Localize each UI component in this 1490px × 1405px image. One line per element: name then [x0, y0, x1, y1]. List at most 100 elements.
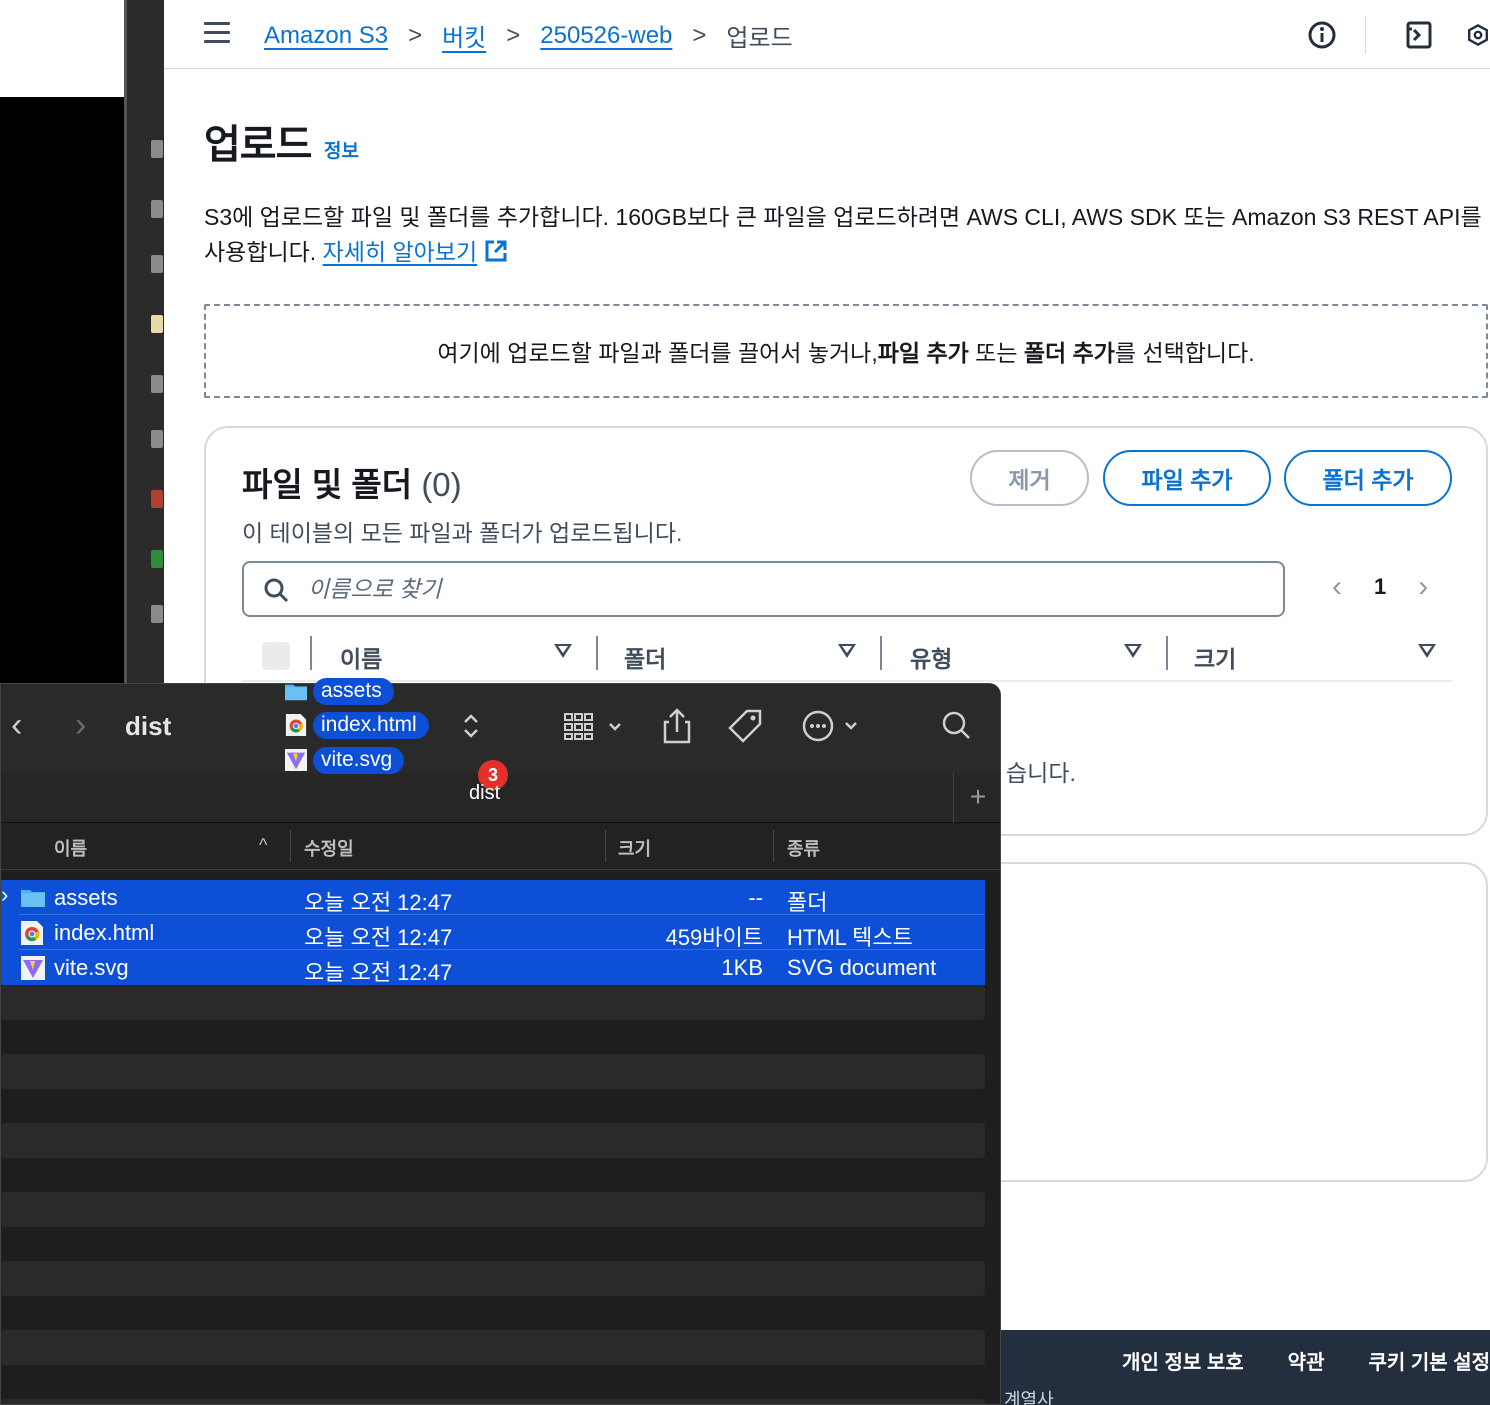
file-name: index.html: [54, 920, 155, 945]
chrome-file-icon: [285, 714, 307, 736]
folder-icon: [285, 684, 307, 701]
dropzone-text: 또는: [968, 340, 1024, 366]
vite-icon: [285, 749, 307, 771]
info-link[interactable]: 정보: [324, 136, 359, 163]
file-count: (0): [421, 466, 462, 503]
next-page-icon[interactable]: ›: [1408, 570, 1438, 604]
sort-name-icon[interactable]: [554, 644, 572, 658]
breadcrumb-bucket-name[interactable]: 250526-web: [540, 22, 672, 50]
file-size: 459바이트: [665, 925, 763, 950]
sort-type-icon[interactable]: [1124, 644, 1142, 658]
dropzone-text: 여기에 업로드할 파일과 폴더를 끌어서 놓거나,: [437, 340, 878, 366]
new-tab-button[interactable]: +: [953, 773, 1000, 823]
sort-size-icon[interactable]: [1418, 644, 1436, 658]
footer-terms-link[interactable]: 약관: [1288, 1346, 1325, 1375]
empty-row: [1, 1123, 985, 1158]
file-modified: 오늘 오전 12:47: [304, 890, 453, 915]
search-icon[interactable]: [937, 706, 977, 746]
column-name[interactable]: 이름: [340, 640, 382, 674]
search-input[interactable]: [308, 571, 1258, 607]
empty-table-message: 습니다.: [1006, 760, 1076, 786]
finder-title: dist: [125, 711, 172, 741]
menu-icon[interactable]: [204, 22, 230, 44]
search-icon: [264, 578, 289, 603]
vite-icon: [21, 956, 45, 980]
file-name: assets: [54, 885, 118, 910]
finder-column-header: 이름 ^ 수정일 크기 종류: [1, 824, 1000, 870]
tag-icon[interactable]: [725, 706, 765, 746]
footer-affiliates[interactable]: 계열사: [1004, 1386, 1054, 1405]
breadcrumb-current: 업로드: [726, 25, 793, 52]
file-kind: HTML 텍스트: [787, 925, 913, 950]
list-item[interactable]: vite.svg 오늘 오전 12:47 1KB SVG document: [1, 950, 985, 985]
feedback-panel-icon[interactable]: [1402, 18, 1436, 52]
breadcrumb-separator: >: [506, 21, 521, 49]
page-number[interactable]: 1: [1374, 574, 1386, 600]
column-size[interactable]: 크기: [1194, 640, 1236, 674]
file-kind: SVG document: [787, 955, 937, 980]
column-size[interactable]: 크기: [618, 835, 651, 861]
dropzone-add-files: 파일 추가: [877, 340, 969, 366]
empty-row: [1, 1399, 985, 1404]
column-folder[interactable]: 폴더: [624, 640, 666, 674]
drag-item: assets: [313, 678, 394, 705]
folder-icon: [21, 890, 45, 907]
breadcrumb-buckets[interactable]: 버킷: [442, 18, 486, 53]
sort-ascending-icon[interactable]: ^: [259, 835, 267, 856]
forward-icon[interactable]: ›: [75, 706, 86, 745]
pagination: ‹ 1 ›: [1322, 570, 1438, 604]
select-all-checkbox[interactable]: [262, 642, 290, 670]
drag-item: index.html: [313, 712, 429, 739]
dropzone-add-folder: 폴더 추가: [1023, 340, 1115, 366]
dropzone-text: 를 선택합니다.: [1114, 340, 1255, 366]
view-grid-icon[interactable]: [561, 706, 627, 746]
drop-zone[interactable]: 여기에 업로드할 파일과 폴더를 끌어서 놓거나, 파일 추가 또는 폴더 추가…: [204, 304, 1488, 398]
file-modified: 오늘 오전 12:47: [304, 925, 453, 950]
page-title: 업로드: [204, 123, 312, 167]
list-item[interactable]: › assets 오늘 오전 12:47 -- 폴더: [1, 880, 985, 915]
column-kind[interactable]: 종류: [787, 835, 820, 861]
finder-file-list: › assets 오늘 오전 12:47 -- 폴더 index.html 오늘…: [1, 880, 985, 1404]
background-window-white: [0, 0, 124, 97]
prev-page-icon[interactable]: ‹: [1322, 570, 1352, 604]
breadcrumb: Amazon S3 > 버킷 > 250526-web > 업로드: [264, 18, 793, 53]
add-files-button[interactable]: 파일 추가: [1103, 450, 1271, 506]
empty-row: [1, 1330, 985, 1365]
breadcrumb-separator: >: [692, 21, 707, 49]
panel-title: 파일 및 폴더 (0): [242, 466, 462, 503]
settings-hex-icon[interactable]: [1466, 18, 1490, 52]
more-actions-icon[interactable]: [801, 706, 867, 746]
share-icon[interactable]: [657, 706, 697, 746]
breadcrumb-amazon-s3[interactable]: Amazon S3: [264, 22, 388, 50]
footer-privacy-link[interactable]: 개인 정보 보호: [1122, 1346, 1244, 1375]
file-modified: 오늘 오전 12:47: [304, 960, 453, 985]
list-item[interactable]: index.html 오늘 오전 12:47 459바이트 HTML 텍스트: [1, 915, 985, 950]
file-size: --: [748, 885, 763, 910]
add-folder-button[interactable]: 폴더 추가: [1284, 450, 1452, 506]
back-icon[interactable]: ‹: [11, 706, 22, 745]
page-description: S3에 업로드할 파일 및 폴더를 추가합니다. 160GB보다 큰 파일을 업…: [204, 200, 1490, 270]
sort-folder-icon[interactable]: [838, 644, 856, 658]
file-kind: 폴더: [787, 890, 828, 915]
empty-row: [1, 1192, 985, 1227]
column-name[interactable]: 이름: [54, 835, 87, 861]
drag-item: vite.svg: [313, 747, 405, 774]
remove-button[interactable]: 제거: [970, 450, 1089, 506]
file-size: 1KB: [721, 955, 763, 980]
column-modified[interactable]: 수정일: [304, 835, 354, 861]
external-link-icon: [485, 240, 506, 262]
column-type[interactable]: 유형: [910, 640, 952, 674]
top-navigation: Amazon S3 > 버킷 > 250526-web > 업로드: [164, 0, 1490, 69]
drag-preview: assets index.html vite.svg 3 dist: [283, 678, 513, 810]
footer-cookie-link[interactable]: 쿠키 기본 설정: [1368, 1346, 1490, 1375]
learn-more-link[interactable]: 자세히 알아보기: [323, 239, 478, 265]
disclosure-chevron-icon[interactable]: ›: [1, 882, 8, 908]
panel-subtitle: 이 테이블의 모든 파일과 폴더가 업로드됩니다.: [242, 520, 683, 546]
chrome-file-icon: [21, 921, 43, 945]
search-box: [242, 561, 1285, 617]
table-header: 이름 폴더 유형 크기: [242, 634, 1452, 682]
info-icon[interactable]: [1305, 18, 1339, 52]
empty-row: [1, 1054, 985, 1089]
file-name: vite.svg: [54, 955, 129, 980]
empty-row: [1, 985, 985, 1020]
